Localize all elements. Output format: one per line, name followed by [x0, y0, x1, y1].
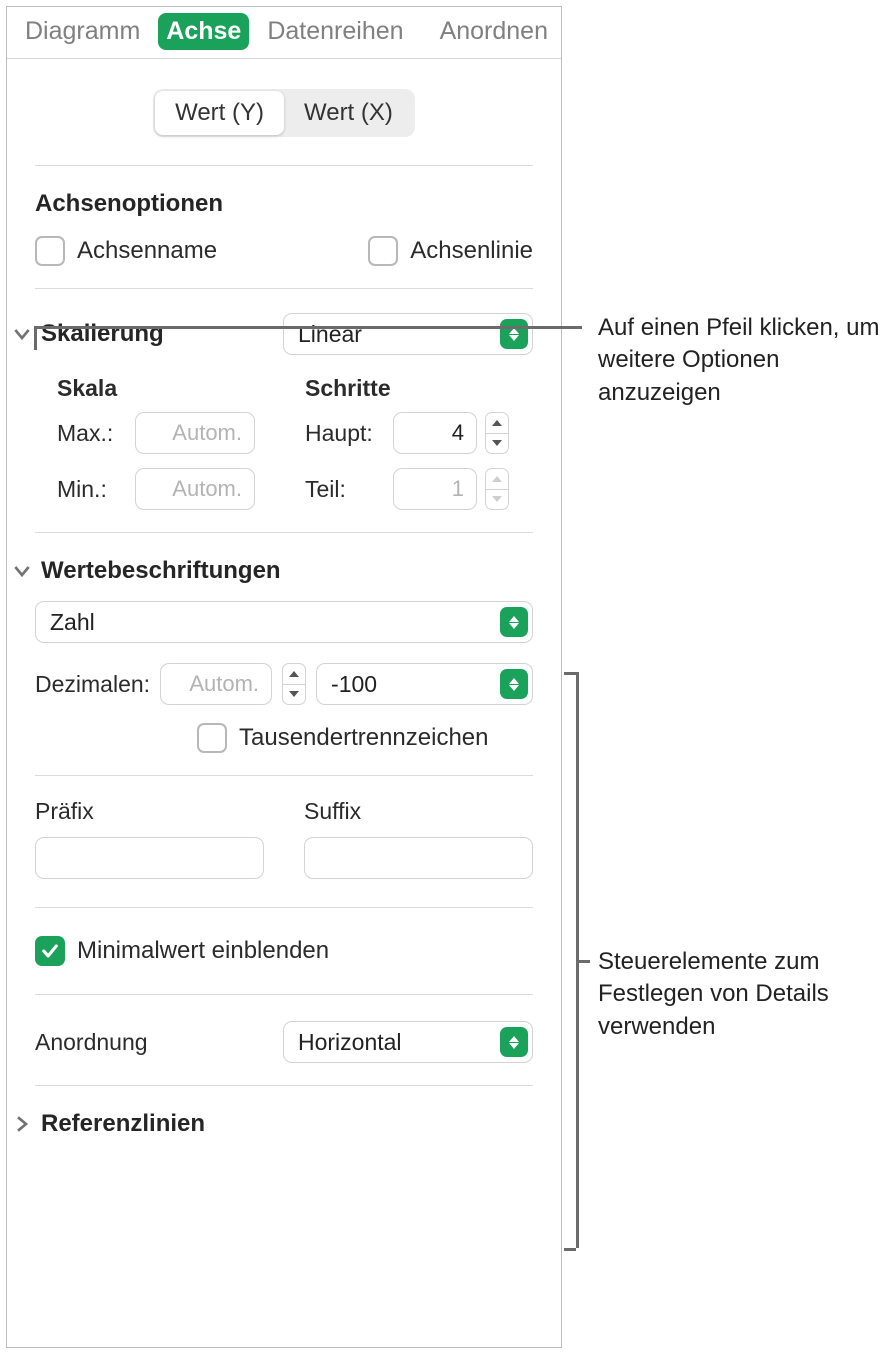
scale-max-label: Max.:: [57, 420, 125, 447]
scale-type-popup[interactable]: Linear: [283, 313, 533, 355]
decimals-stepper[interactable]: [282, 663, 306, 705]
segment-value-x[interactable]: Wert (X): [284, 91, 413, 135]
axis-options-title: Achsenoptionen: [35, 190, 533, 218]
scale-section: Skalierung Linear Skala Max.:: [35, 288, 533, 532]
scale-major-stepper[interactable]: [485, 412, 509, 454]
value-labels-disclosure[interactable]: Wertebeschriftungen: [11, 557, 533, 585]
axis-segmented-control: Wert (Y) Wert (X): [153, 89, 415, 137]
reference-lines-disclosure[interactable]: Referenzlinien: [11, 1110, 533, 1138]
scale-major-field[interactable]: 4: [393, 412, 477, 454]
segment-value-y[interactable]: Wert (Y): [155, 91, 284, 135]
callout-line: [34, 326, 582, 329]
callout-line: [564, 672, 576, 675]
scale-min-label: Min.:: [57, 476, 125, 503]
scale-max-field[interactable]: Autom.: [135, 412, 255, 454]
orientation-value: Horizontal: [298, 1029, 402, 1056]
orientation-label: Anordnung: [35, 1029, 148, 1056]
axis-name-label: Achsenname: [77, 237, 217, 265]
orientation-popup[interactable]: Horizontal: [283, 1021, 533, 1063]
axis-line-checkbox[interactable]: [368, 236, 398, 266]
callout-line: [576, 960, 590, 963]
tab-series[interactable]: Datenreihen: [259, 13, 411, 50]
chevron-right-icon: [11, 1113, 33, 1135]
reference-lines-title: Referenzlinien: [41, 1110, 205, 1138]
neg-format-popup[interactable]: -100: [316, 663, 533, 705]
axis-line-label: Achsenlinie: [410, 237, 533, 265]
show-min-row[interactable]: Minimalwert einblenden: [35, 936, 533, 966]
scale-minor-stepper[interactable]: [485, 468, 509, 510]
tab-axis[interactable]: Achse: [158, 13, 249, 50]
axis-options-section: Achsenoptionen Achsenname Achsenlinie: [35, 166, 533, 288]
inspector-tabs: Diagramm Achse Datenreihen Anordnen: [7, 7, 561, 59]
axis-name-checkbox[interactable]: [35, 236, 65, 266]
show-min-checkbox[interactable]: [35, 936, 65, 966]
prefix-label: Präfix: [35, 798, 264, 825]
prefix-field[interactable]: [35, 837, 264, 879]
neg-format-value: -100: [331, 671, 377, 698]
thousands-checkbox[interactable]: [197, 723, 227, 753]
scale-steps-label: Schritte: [305, 375, 533, 402]
value-labels-format-value: Zahl: [50, 609, 95, 636]
scale-minor-label: Teil:: [305, 476, 385, 503]
suffix-field[interactable]: [304, 837, 533, 879]
thousands-row[interactable]: Tausendertrennzeichen: [35, 723, 533, 753]
scale-title: Skalierung: [41, 320, 164, 348]
popup-arrows-icon: [500, 319, 528, 349]
axis-line-checkbox-row[interactable]: Achsenlinie: [368, 236, 533, 266]
decimals-label: Dezimalen:: [35, 671, 150, 698]
callout-line: [564, 1248, 576, 1251]
scale-min-field[interactable]: Autom.: [135, 468, 255, 510]
suffix-label: Suffix: [304, 798, 533, 825]
thousands-label: Tausendertrennzeichen: [239, 724, 489, 752]
tab-diagram[interactable]: Diagramm: [17, 13, 148, 50]
scale-skala-label: Skala: [57, 375, 285, 402]
format-inspector-panel: Diagramm Achse Datenreihen Anordnen Wert…: [6, 6, 562, 1348]
popup-arrows-icon: [500, 1027, 528, 1057]
scale-minor-field[interactable]: 1: [393, 468, 477, 510]
decimals-field[interactable]: Autom.: [160, 663, 272, 705]
tab-arrange[interactable]: Anordnen: [432, 13, 556, 50]
popup-arrows-icon: [500, 607, 528, 637]
value-labels-title: Wertebeschriftungen: [41, 557, 281, 585]
popup-arrows-icon: [500, 669, 528, 699]
show-min-label: Minimalwert einblenden: [77, 937, 329, 965]
axis-name-checkbox-row[interactable]: Achsenname: [35, 236, 217, 266]
value-labels-format-popup[interactable]: Zahl: [35, 601, 533, 643]
chevron-down-icon: [11, 560, 33, 582]
callout-arrow-hint: Auf einen Pfeil klicken, um weitere Opti…: [598, 312, 888, 409]
value-labels-section: Wertebeschriftungen Zahl Dezimalen: Auto…: [35, 532, 533, 1085]
callout-line: [34, 326, 37, 350]
callout-controls-hint: Steuerelemente zum Festlegen von Details…: [598, 946, 894, 1043]
scale-major-label: Haupt:: [305, 420, 385, 447]
reference-lines-section: Referenzlinien: [35, 1085, 533, 1166]
chevron-down-icon: [11, 323, 33, 345]
scale-type-value: Linear: [298, 321, 362, 348]
